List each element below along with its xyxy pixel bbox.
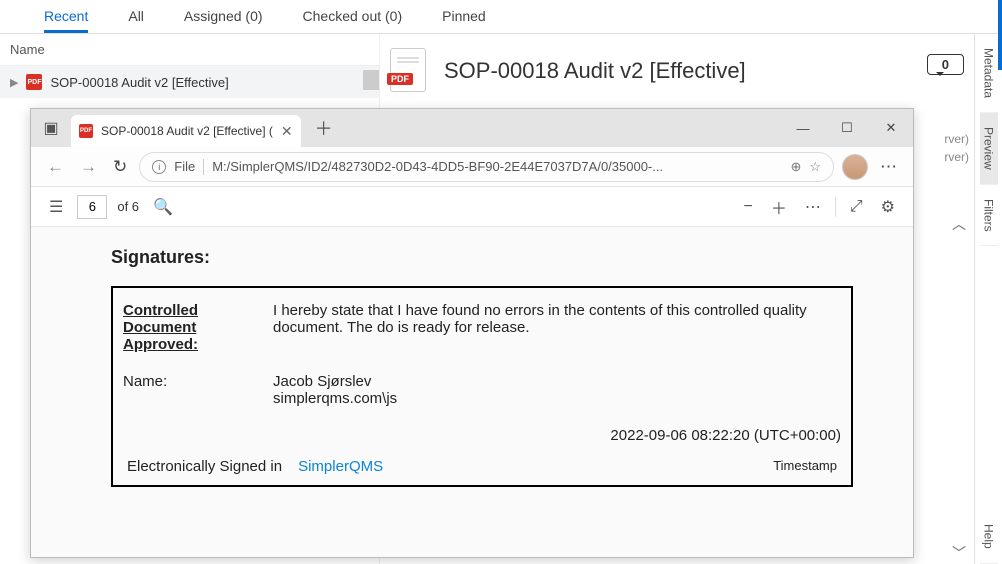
main-tabs: Recent All Assigned (0) Checked out (0) … xyxy=(0,0,1002,34)
address-bar[interactable]: i File M:/SimplerQMS/ID2/482730D2-0D43-4… xyxy=(139,152,834,182)
tab-all[interactable]: All xyxy=(128,6,144,33)
expand-chevron-icon[interactable]: ▶ xyxy=(10,76,18,89)
pdf-settings-icon[interactable]: ⚙ xyxy=(877,195,899,219)
rail-help[interactable]: Help xyxy=(980,510,998,564)
profile-avatar[interactable] xyxy=(842,154,868,180)
pdf-toolbar: ☰ of 6 🔍 − ＋ ⋯ ⤢ ⚙ xyxy=(31,187,913,227)
preview-title: SOP-00018 Audit v2 [Effective] xyxy=(444,58,746,84)
collapse-up-icon[interactable]: ︿ xyxy=(952,214,966,234)
window-close-button[interactable]: ✕ xyxy=(869,109,913,147)
tab-actions-icon[interactable]: ▣ xyxy=(31,118,71,138)
pdf-more-icon[interactable]: ⋯ xyxy=(801,195,825,219)
name-value: Jacob Sjørslev simplerqms.com\js xyxy=(273,373,841,407)
tab-assigned[interactable]: Assigned (0) xyxy=(184,6,263,33)
rail-filters[interactable]: Filters xyxy=(980,185,998,247)
url-text: M:/SimplerQMS/ID2/482730D2-0D43-4DD5-BF9… xyxy=(212,159,782,174)
url-scheme-label: File xyxy=(174,159,195,174)
server-hint: rver) rver) xyxy=(944,130,969,166)
zoom-icon[interactable]: ⊕ xyxy=(790,159,801,175)
side-rail: Metadata Preview Filters Help xyxy=(974,34,1002,564)
browser-tab[interactable]: PDF SOP-00018 Audit v2 [Effective] ( ✕ xyxy=(71,115,301,147)
collapse-down-icon[interactable]: ﹀ xyxy=(952,543,966,563)
timestamp-label: Timestamp xyxy=(773,458,837,475)
name-label: Name: xyxy=(123,373,233,407)
close-tab-icon[interactable]: ✕ xyxy=(281,123,293,140)
signature-box: Controlled Document Approved: I hereby s… xyxy=(111,286,853,487)
list-row[interactable]: ▶ PDF SOP-00018 Audit v2 [Effective] xyxy=(0,66,379,98)
pdf-file-icon: PDF xyxy=(390,48,426,92)
window-minimize-button[interactable]: ― xyxy=(781,109,825,147)
favorite-icon[interactable]: ☆ xyxy=(809,159,821,175)
tab-checked-out[interactable]: Checked out (0) xyxy=(303,6,403,33)
divider xyxy=(203,159,204,175)
browser-titlebar: ▣ PDF SOP-00018 Audit v2 [Effective] ( ✕… xyxy=(31,109,913,147)
signatures-heading: Signatures: xyxy=(111,247,853,268)
zoom-out-icon[interactable]: − xyxy=(739,196,756,218)
pdf-icon: PDF xyxy=(26,74,42,90)
page-number-input[interactable] xyxy=(77,195,107,219)
accent-edge xyxy=(998,0,1002,70)
brand-logo: SimplerQMS xyxy=(298,458,383,475)
esig-label: Electronically Signed in xyxy=(127,458,282,475)
tab-pinned[interactable]: Pinned xyxy=(442,6,486,33)
fit-page-icon[interactable]: ⤢ xyxy=(846,196,867,218)
browser-toolbar: ← → ↻ i File M:/SimplerQMS/ID2/482730D2-… xyxy=(31,147,913,187)
tab-recent[interactable]: Recent xyxy=(44,6,88,33)
list-row-label: SOP-00018 Audit v2 [Effective] xyxy=(50,75,228,90)
nav-refresh-icon[interactable]: ↻ xyxy=(109,153,131,181)
nav-back-icon[interactable]: ← xyxy=(43,153,68,181)
list-scrollbar[interactable] xyxy=(363,70,379,90)
rail-preview[interactable]: Preview xyxy=(980,113,998,185)
divider xyxy=(835,197,836,217)
rail-metadata[interactable]: Metadata xyxy=(980,34,998,113)
browser-tab-title: SOP-00018 Audit v2 [Effective] ( xyxy=(101,124,273,138)
browser-menu-icon[interactable]: ⋯ xyxy=(876,153,901,181)
approved-statement: I hereby state that I have found no erro… xyxy=(273,302,841,353)
comment-count-badge[interactable]: 0 xyxy=(927,54,964,75)
list-header-name[interactable]: Name xyxy=(0,34,379,66)
timestamp-value: 2022-09-06 08:22:20 (UTC+00:00) xyxy=(123,427,841,444)
window-maximize-button[interactable]: ☐ xyxy=(825,109,869,147)
toc-icon[interactable]: ☰ xyxy=(45,195,67,219)
browser-window: ▣ PDF SOP-00018 Audit v2 [Effective] ( ✕… xyxy=(30,108,914,558)
search-icon[interactable]: 🔍 xyxy=(149,195,177,219)
zoom-in-icon[interactable]: ＋ xyxy=(767,193,791,221)
site-info-icon[interactable]: i xyxy=(152,160,166,174)
pdf-document[interactable]: Signatures: Controlled Document Approved… xyxy=(31,227,913,557)
approved-label: Controlled Document Approved: xyxy=(123,302,233,353)
new-tab-button[interactable]: ＋ xyxy=(301,115,347,141)
page-count-label: of 6 xyxy=(117,199,139,214)
nav-forward-icon[interactable]: → xyxy=(76,153,101,181)
pdf-badge: PDF xyxy=(387,73,413,85)
pdf-icon: PDF xyxy=(79,124,93,138)
